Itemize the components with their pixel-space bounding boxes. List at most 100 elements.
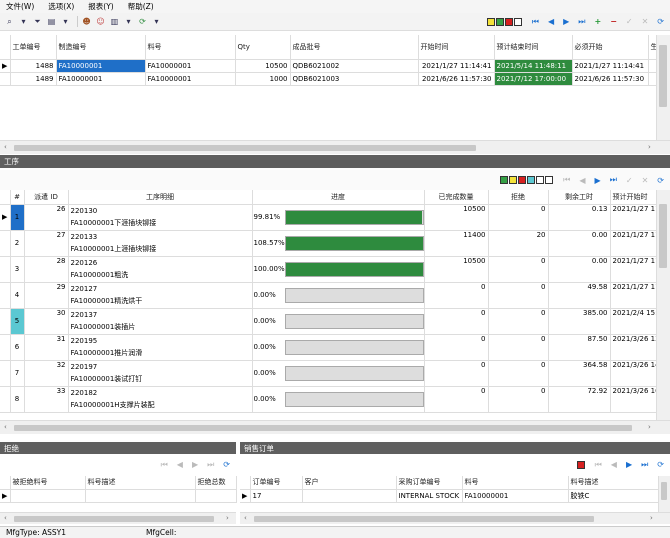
table-row[interactable]: 3 28 220126 FA10000001粗洗 100.00% 10500 0 0.00 20… <box>0 256 656 283</box>
refresh-icon[interactable]: ⟳ <box>223 460 230 469</box>
prev-record-icon[interactable]: ◀ <box>177 460 183 469</box>
col-lot[interactable]: 成品批号 <box>290 35 419 60</box>
refresh-icon[interactable]: ⟳ <box>657 176 664 185</box>
col-mfg[interactable]: 制造编号 <box>56 35 146 60</box>
col-dispatch-id[interactable]: 派遣 ID <box>24 190 69 205</box>
op-desc: FA10000001装插片 <box>70 322 136 331</box>
table-row[interactable]: 1489 FA10000001 FA10000001 1000 QDB60210… <box>0 72 657 86</box>
col-part-desc[interactable]: 料号描述 <box>85 476 196 490</box>
green-flag-icon[interactable] <box>500 176 509 184</box>
cancel-icon[interactable]: ✕ <box>642 17 649 26</box>
col-est-start[interactable]: 预计开始时 <box>610 190 656 205</box>
col-qty[interactable]: Qty <box>235 35 291 60</box>
last-record-icon[interactable]: ⏭ <box>610 175 617 185</box>
table-row[interactable]: 6 31 220195 FA10000001推片润滑 0.00% 0 0 87.50 2021/… <box>0 334 656 361</box>
red-flag-icon[interactable] <box>576 460 585 469</box>
print-icon[interactable]: ▤ <box>46 16 57 27</box>
white-flag-icon[interactable] <box>536 176 545 184</box>
confirm-icon[interactable]: ✓ <box>626 176 633 185</box>
menu-help[interactable]: 帮助(Z) <box>128 1 154 12</box>
selected-cell[interactable]: FA10000001 <box>56 59 146 73</box>
last-record-icon[interactable]: ⏭ <box>641 460 648 470</box>
confirm-icon[interactable]: ✓ <box>626 17 633 26</box>
col-index[interactable]: # <box>10 190 25 205</box>
cancel-icon[interactable]: ✕ <box>642 176 649 185</box>
col-reject-total[interactable]: 拒绝总数 <box>195 476 237 490</box>
prev-record-icon[interactable]: ◀ <box>579 176 585 185</box>
red-flag-icon[interactable] <box>504 17 513 26</box>
sales-vertical-scrollbar[interactable] <box>658 476 670 512</box>
next-record-icon[interactable]: ▶ <box>626 460 632 469</box>
table-row[interactable]: 8 33 220182 FA10000001H支撑片装配 0.00% 0 0 72.92 202… <box>0 386 656 413</box>
table-row[interactable]: 7 32 220197 FA10000001装试打钉 0.00% 0 0 364.58 2021… <box>0 360 656 387</box>
refresh-icon[interactable]: ⟳ <box>657 17 664 26</box>
col-start[interactable]: 开始时间 <box>418 35 495 60</box>
menu-options[interactable]: 选项(X) <box>48 1 74 12</box>
first-record-icon[interactable]: ⏮ <box>161 460 168 470</box>
next-record-icon[interactable]: ▶ <box>563 17 569 26</box>
col-part[interactable]: 料号 <box>462 476 569 490</box>
col-op-detail[interactable]: 工序明细 <box>68 190 253 205</box>
col-order-no[interactable]: 订单编号 <box>250 476 303 490</box>
dropdown-arrow-icon[interactable]: ▾ <box>151 16 162 27</box>
prev-record-icon[interactable]: ◀ <box>611 460 617 469</box>
col-part[interactable]: 料号 <box>145 35 236 60</box>
user-config-icon[interactable]: ☺ <box>95 16 106 27</box>
table-row[interactable]: 4 29 220127 FA10000001精洗烘干 0.00% 0 0 49.58 2021/… <box>0 282 656 309</box>
next-record-icon[interactable]: ▶ <box>595 176 601 185</box>
menu-file[interactable]: 文件(W) <box>6 1 34 12</box>
table-row[interactable]: ▶ <box>0 489 237 503</box>
col-po-no[interactable]: 采购订单编号 <box>396 476 463 490</box>
est-start: 2021/1/27 11:1 <box>610 230 656 257</box>
col-rejected[interactable]: 拒绝 <box>488 190 549 205</box>
table-row[interactable]: ▶ 1488 FA10000001 FA10000001 10500 QDB60… <box>0 59 657 73</box>
dropdown-arrow-icon[interactable]: ▾ <box>123 16 134 27</box>
green-flag-icon[interactable] <box>495 17 504 26</box>
next-record-icon[interactable]: ▶ <box>192 460 198 469</box>
refresh-settings-icon[interactable]: ⟳ <box>137 16 148 27</box>
table-row[interactable]: 2 27 220133 FA10000001上涯插块铆接 108.57% 11400 20 0… <box>0 230 656 257</box>
white-flag-icon[interactable] <box>513 17 522 26</box>
yellow-flag-icon[interactable] <box>509 176 518 184</box>
col-progress[interactable]: 进度 <box>252 190 425 205</box>
last-record-icon[interactable]: ⏭ <box>578 17 585 27</box>
ops-vertical-scrollbar[interactable] <box>656 190 670 420</box>
first-record-icon[interactable]: ⏮ <box>532 17 539 27</box>
vertical-scrollbar[interactable] <box>656 35 670 140</box>
blank-flag-icon[interactable] <box>545 176 554 184</box>
dropdown-arrow-icon[interactable]: ▾ <box>18 16 29 27</box>
col-customer[interactable]: 客户 <box>302 476 397 490</box>
col-remaining[interactable]: 剩余工时 <box>548 190 611 205</box>
binoculars-icon[interactable]: ⌕ <box>4 16 15 27</box>
col-must[interactable]: 必须开始 <box>572 35 649 60</box>
delete-icon[interactable]: − <box>610 17 617 26</box>
yellow-flag-icon[interactable] <box>486 17 495 26</box>
filter-icon[interactable]: ⏷ <box>32 16 43 27</box>
col-end[interactable]: 预计结束时间 <box>494 35 573 60</box>
ops-horizontal-scrollbar[interactable]: ‹ › <box>0 420 670 434</box>
table-row[interactable]: 5 30 220137 FA10000001装插片 0.00% 0 0 385.00 2021/… <box>0 308 656 335</box>
add-icon[interactable]: + <box>594 17 601 26</box>
last-record-icon[interactable]: ⏭ <box>207 460 214 470</box>
sales-scrollbar[interactable]: ‹ › <box>240 512 670 524</box>
horizontal-scrollbar[interactable]: ‹ › <box>0 140 670 154</box>
dropdown-arrow-icon[interactable]: ▾ <box>60 16 71 27</box>
columns-icon[interactable]: ▥ <box>109 16 120 27</box>
first-record-icon[interactable]: ⏮ <box>563 175 570 185</box>
col-rejected-part[interactable]: 被拒绝料号 <box>10 476 86 490</box>
table-row[interactable]: ▶ 17 INTERNAL STOCK FA10000001 胶铁C <box>240 489 658 503</box>
reject-scrollbar[interactable]: ‹ › <box>0 512 236 524</box>
red-flag-icon[interactable] <box>518 176 527 184</box>
cyan-flag-icon[interactable] <box>527 176 536 184</box>
col-completed[interactable]: 已完成数量 <box>424 190 489 205</box>
col-wo[interactable]: 工单编号 <box>10 35 57 60</box>
refresh-icon[interactable]: ⟳ <box>657 460 664 469</box>
col-part-desc[interactable]: 料号描述 <box>568 476 658 490</box>
users-icon[interactable]: ☻ <box>81 16 92 27</box>
menu-reports[interactable]: 报表(Y) <box>88 1 113 12</box>
ops-title: 工序 <box>4 157 19 166</box>
first-record-icon[interactable]: ⏮ <box>595 460 602 470</box>
col-extra[interactable]: 生 <box>648 35 657 60</box>
table-row[interactable]: ▶ 1 26 220130 FA10000001下涯插块铆接 99.81% 10500 0 0.… <box>0 204 656 231</box>
prev-record-icon[interactable]: ◀ <box>548 17 554 26</box>
